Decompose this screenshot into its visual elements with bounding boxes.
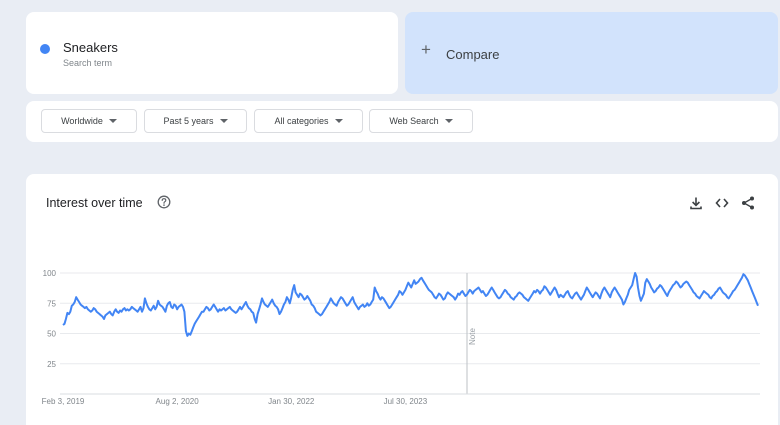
y-tick-label: 25 — [47, 360, 56, 369]
y-tick-label: 50 — [47, 330, 56, 339]
interest-over-time-chart: 25 50 75 100 Note Feb 3, 2019 Aug 2, 2020 Jan… — [42, 269, 760, 406]
note-marker-label[interactable]: Note — [468, 328, 477, 345]
x-tick-label: Feb 3, 2019 — [42, 397, 85, 406]
y-tick-label: 75 — [47, 299, 56, 308]
y-tick-label: 100 — [43, 269, 57, 278]
x-tick-label: Jul 30, 2023 — [384, 397, 428, 406]
series-line-sneakers — [62, 272, 759, 337]
x-tick-label: Jan 30, 2022 — [268, 397, 315, 406]
x-tick-label: Aug 2, 2020 — [156, 397, 200, 406]
